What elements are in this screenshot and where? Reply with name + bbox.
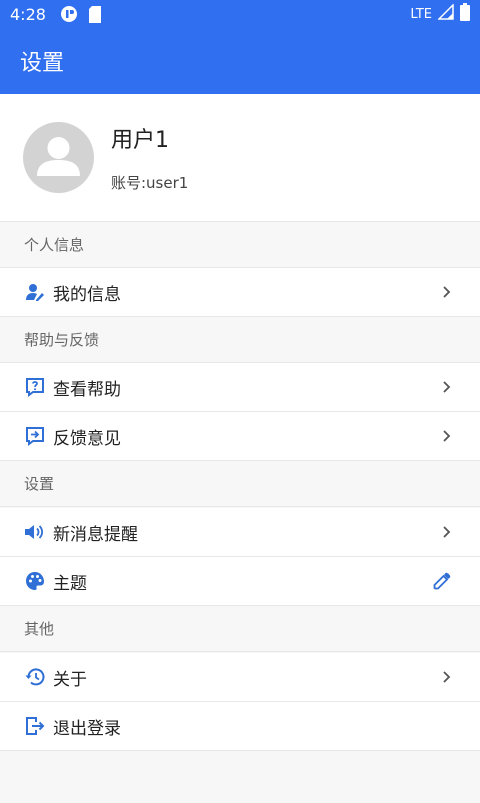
section-header-personal: 个人信息 [0,222,480,268]
row-feedback[interactable]: 反馈意见 [0,412,480,461]
profile-name: 用户1 [111,128,169,153]
row-logout[interactable]: 退出登录 [0,702,480,751]
network-type: LTE [410,6,432,22]
chevron-right-icon [442,525,452,539]
avatar[interactable] [23,122,94,193]
row-label: 主题 [53,573,87,594]
status-time: 4:28 [10,4,46,24]
profile-account: 账号:user1 [111,174,189,192]
user-edit-icon [24,281,46,303]
app-bar: 设置 [0,28,480,94]
section-header-settings: 设置 [0,461,480,507]
row-my-info[interactable]: 我的信息 [0,268,480,317]
chevron-right-icon [442,429,452,443]
app-notification-icon [60,5,78,23]
row-about[interactable]: 关于 [0,653,480,702]
row-view-help[interactable]: 查看帮助 [0,363,480,412]
signal-icon [437,3,454,24]
section-header-help: 帮助与反馈 [0,317,480,363]
sd-card-icon [88,5,102,23]
row-label: 关于 [53,669,87,690]
row-new-message-reminder[interactable]: 新消息提醒 [0,508,480,557]
profile-card[interactable]: 用户1 账号:user1 [0,94,480,222]
status-right: LTE [410,3,470,25]
status-bar: 4:28 LTE [0,0,480,28]
feedback-icon [24,425,46,447]
row-label: 反馈意见 [53,428,121,449]
speaker-icon [24,521,46,543]
bottom-spacer [0,752,480,803]
logout-icon [24,715,46,737]
profile-info: 用户1 账号:user1 [111,122,188,193]
chevron-right-icon [442,670,452,684]
section-header-other: 其他 [0,606,480,652]
eyedropper-icon[interactable] [432,571,452,591]
row-label: 新消息提醒 [53,524,138,545]
chevron-right-icon [442,380,452,394]
page-title: 设置 [20,51,65,76]
history-icon [24,666,46,688]
chevron-right-icon [442,285,452,299]
row-label: 查看帮助 [53,379,121,400]
help-question-icon [24,376,46,398]
row-label: 我的信息 [53,284,121,305]
battery-icon [460,3,470,25]
row-theme[interactable]: 主题 [0,557,480,606]
palette-icon [24,570,46,592]
row-label: 退出登录 [53,718,121,739]
